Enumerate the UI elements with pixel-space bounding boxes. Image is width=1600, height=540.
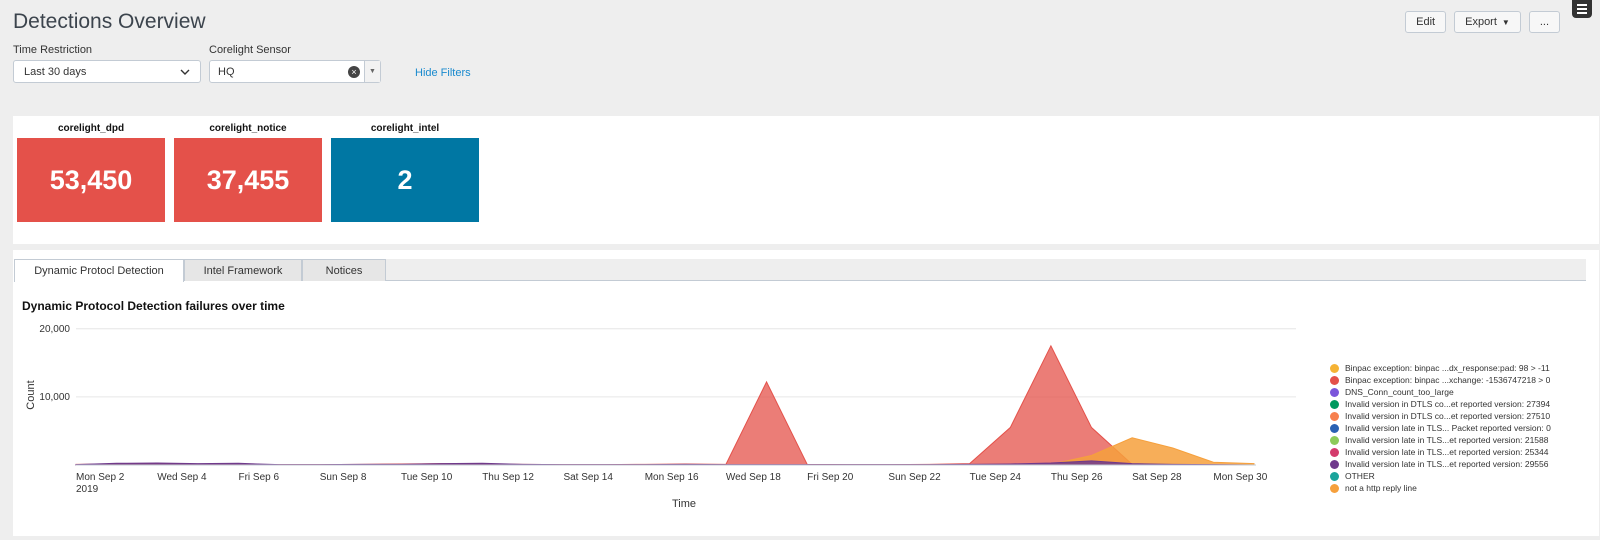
legend-label: Invalid version late in TLS...et reporte… [1345, 435, 1549, 445]
chart-title: Dynamic Protocol Detection failures over… [22, 299, 285, 313]
export-label: Export [1465, 16, 1497, 28]
dropdown-arrow-icon[interactable]: ▼ [364, 61, 380, 82]
legend-label: Invalid version late in TLS...et reporte… [1345, 459, 1549, 469]
legend-item[interactable]: Invalid version late in TLS...et reporte… [1330, 446, 1551, 458]
time-restriction-value: Last 30 days [24, 65, 87, 78]
single-value-number[interactable]: 37,455 [174, 138, 322, 222]
legend-swatch [1330, 483, 1339, 493]
legend-item[interactable]: Invalid version late in TLS... Packet re… [1330, 422, 1551, 434]
chart-legend: Binpac exception: binpac ...dx_response:… [1330, 362, 1551, 494]
legend-item[interactable]: OTHER [1330, 470, 1551, 482]
single-value-label: corelight_intel [370, 123, 440, 134]
legend-item[interactable]: Binpac exception: binpac ...dx_response:… [1330, 362, 1551, 374]
legend-swatch [1330, 471, 1339, 481]
export-button[interactable]: Export ▼ [1454, 11, 1521, 33]
legend-label: DNS_Conn_count_too_large [1345, 387, 1454, 397]
legend-item[interactable]: Invalid version late in TLS...et reporte… [1330, 434, 1551, 446]
single-value-intel: corelight_intel 2 [331, 123, 479, 222]
legend-label: Invalid version in DTLS co...et reported… [1345, 399, 1551, 409]
menu-icon[interactable] [1572, 0, 1592, 18]
single-value-panel: corelight_dpd 53,450 corelight_notice 37… [13, 116, 1599, 244]
dashboard-actions: Edit Export ▼ ... [1405, 11, 1560, 33]
legend-item[interactable]: Binpac exception: binpac ...xchange: -15… [1330, 374, 1551, 386]
legend-label: Invalid version late in TLS... Packet re… [1345, 423, 1551, 433]
legend-swatch [1330, 411, 1339, 421]
legend-swatch [1330, 447, 1339, 457]
single-value-number[interactable]: 53,450 [17, 138, 165, 222]
sensor-token: HQ [218, 65, 235, 78]
single-value-number[interactable]: 2 [331, 138, 479, 222]
page-title: Detections Overview [13, 10, 206, 33]
legend-label: OTHER [1345, 471, 1375, 481]
legend-swatch [1330, 435, 1339, 445]
corelight-sensor-multiselect[interactable]: HQ × ▼ [209, 60, 381, 83]
legend-swatch [1330, 387, 1339, 397]
clear-icon[interactable]: × [348, 65, 360, 78]
legend-item[interactable]: Invalid version in DTLS co...et reported… [1330, 398, 1551, 410]
time-restriction-label: Time Restriction [13, 44, 93, 56]
chevron-down-icon: ▼ [1501, 17, 1510, 27]
tab-notices[interactable]: Notices [302, 259, 386, 281]
tab-bar: Dynamic Protocl Detection Intel Framewor… [14, 259, 1586, 282]
legend-label: not a http reply line [1345, 483, 1417, 493]
legend-item[interactable]: Invalid version late in TLS...et reporte… [1330, 458, 1551, 470]
single-value-label: corelight_dpd [57, 123, 125, 134]
legend-swatch [1330, 375, 1339, 385]
legend-label: Invalid version late in TLS...et reporte… [1345, 447, 1549, 457]
legend-swatch [1330, 363, 1339, 373]
legend-item[interactable]: DNS_Conn_count_too_large [1330, 386, 1551, 398]
corelight-sensor-label: Corelight Sensor [209, 44, 291, 56]
legend-label: Binpac exception: binpac ...dx_response:… [1345, 363, 1550, 373]
chevron-down-icon [180, 69, 190, 75]
legend-swatch [1330, 399, 1339, 409]
legend-label: Binpac exception: binpac ...xchange: -15… [1345, 375, 1551, 385]
tab-intel-framework[interactable]: Intel Framework [184, 259, 302, 281]
legend-item[interactable]: not a http reply line [1330, 482, 1551, 494]
single-value-notice: corelight_notice 37,455 [174, 123, 322, 222]
hide-filters-link[interactable]: Hide Filters [415, 67, 471, 79]
time-restriction-select[interactable]: Last 30 days [13, 60, 201, 83]
edit-button[interactable]: Edit [1405, 11, 1447, 33]
legend-item[interactable]: Invalid version in DTLS co...et reported… [1330, 410, 1551, 422]
tab-dynamic-protocol-detection[interactable]: Dynamic Protocl Detection [14, 259, 184, 282]
legend-swatch [1330, 459, 1339, 469]
legend-swatch [1330, 423, 1339, 433]
single-value-label: corelight_notice [209, 123, 287, 134]
legend-label: Invalid version in DTLS co...et reported… [1345, 411, 1551, 421]
more-actions-button[interactable]: ... [1528, 11, 1560, 33]
single-value-dpd: corelight_dpd 53,450 [17, 123, 165, 222]
